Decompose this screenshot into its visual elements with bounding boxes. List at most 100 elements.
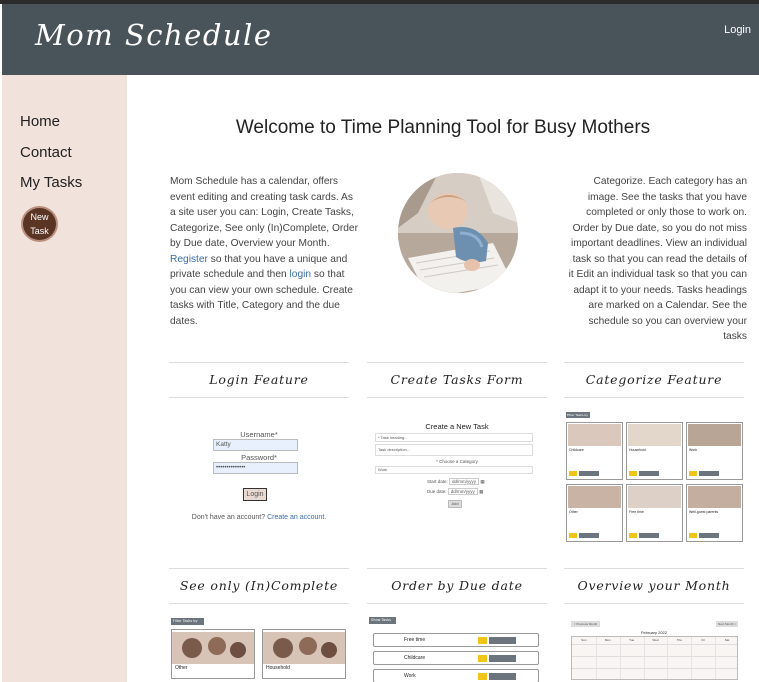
hero-image-mother-baby xyxy=(398,173,518,293)
feature-title: See only (In)Complete xyxy=(169,568,349,604)
mini-yellow-button xyxy=(569,533,577,538)
mini-card-name: Other xyxy=(175,665,188,671)
mini-category-name: Household xyxy=(629,448,646,452)
mini-category-image xyxy=(628,486,681,508)
page-title: Welcome to Time Planning Tool for Busy M… xyxy=(235,117,651,138)
mini-task-card-household: Household xyxy=(262,629,346,679)
mini-calendar-col-line xyxy=(619,637,621,679)
feature-order-due-date: Order by Due date Show Tasks by Free tim… xyxy=(367,568,547,682)
mini-password-label: Password* xyxy=(241,453,277,462)
mini-yellow-button xyxy=(478,655,487,662)
mini-category-name: Childcare xyxy=(569,448,584,452)
intro-left-text: Mom Schedule has a calendar, offers even… xyxy=(170,174,360,329)
sidebar-item-home[interactable]: Home xyxy=(20,113,60,130)
mini-category-image xyxy=(688,486,741,508)
mini-task-row-label: Childcare xyxy=(404,655,426,661)
mini-gray-button xyxy=(699,533,719,538)
mini-due-label: Due date: xyxy=(427,489,447,494)
month-overview-screenshot: < Previous Month Next Month > February 2… xyxy=(564,616,744,680)
sidebar-item-contact[interactable]: Contact xyxy=(20,144,72,161)
mini-category-name: Free time xyxy=(629,510,644,514)
mini-calendar-col-line xyxy=(667,637,669,679)
mini-yellow-button xyxy=(478,673,487,680)
mini-calendar-col-line xyxy=(595,637,597,679)
mini-calendar-col-line xyxy=(691,637,693,679)
main-content: Welcome to Time Planning Tool for Busy M… xyxy=(127,75,759,682)
brand-logo[interactable]: Mom Schedule xyxy=(35,18,273,52)
mini-yellow-button xyxy=(629,471,637,476)
mini-login-button: Login xyxy=(243,488,267,501)
intro-right-text: Categorize. Each category has an image. … xyxy=(568,176,747,342)
mini-gray-button xyxy=(639,471,659,476)
mini-gray-button xyxy=(489,655,516,662)
mini-category-card: Work xyxy=(686,422,743,480)
intro-left-part1: Mom Schedule has a calendar, offers even… xyxy=(170,176,358,249)
sidebar-item-my-tasks[interactable]: My Tasks xyxy=(20,174,82,191)
categorize-screenshot: Filter Tasks by Childcare Household Work Ot… xyxy=(564,410,744,550)
new-task-button[interactable]: New Task xyxy=(21,206,58,242)
mini-username-input: Katty xyxy=(213,439,298,451)
mini-due-value: dd/mm/yyyy xyxy=(447,488,478,495)
feature-incomplete: See only (In)Complete Filter Tasks by Ot… xyxy=(169,568,349,679)
sidebar: Home Contact My Tasks New Task xyxy=(2,75,127,682)
mini-task-row-label: Free time xyxy=(404,637,426,643)
mini-weekday-header: Fri xyxy=(701,638,705,642)
incomplete-screenshot: Filter Tasks by Other Household xyxy=(169,616,349,679)
feature-title: Create Tasks Form xyxy=(367,362,547,398)
mini-category-select: Work xyxy=(375,466,533,474)
mini-filter-dropdown: Filter Tasks by xyxy=(566,412,590,418)
mini-no-account-text: Don't have an account? xyxy=(191,514,268,521)
mini-gray-button xyxy=(699,471,719,476)
new-task-label-line2: Task xyxy=(30,226,49,236)
mini-password-input: •••••••••••••• xyxy=(213,462,298,474)
mini-weekday-header: Mon xyxy=(604,638,611,642)
mini-form-title: Create a New Task xyxy=(425,422,489,431)
mini-gray-button xyxy=(489,673,516,680)
mini-due-date: Due date: dd/mm/yyyy ▦ xyxy=(427,488,483,495)
mini-category-card: Other xyxy=(566,484,623,542)
mini-description-input: Task description... xyxy=(375,444,533,456)
mini-calendar-col-line xyxy=(643,637,645,679)
mini-yellow-button xyxy=(689,533,697,538)
mini-card-name: Household xyxy=(266,665,290,671)
mini-yellow-button xyxy=(689,471,697,476)
mini-weekday-header: Sun xyxy=(581,638,587,642)
mini-signup-line: Don't have an account? Create an account… xyxy=(169,514,349,521)
login-inline-link[interactable]: login xyxy=(290,269,312,280)
mini-gray-button xyxy=(579,471,599,476)
mini-category-label: * Choose a Category xyxy=(436,459,478,464)
mini-category-name: Work xyxy=(689,448,698,452)
register-link[interactable]: Register xyxy=(170,254,208,265)
mini-add-button: Add xyxy=(448,500,462,508)
site-header: Mom Schedule Login xyxy=(2,4,759,75)
feature-categorize: Categorize Feature Filter Tasks by Child… xyxy=(564,362,744,550)
mini-gray-button xyxy=(489,637,516,644)
mini-weekday-header: Wed xyxy=(652,638,659,642)
mini-task-row: Free time xyxy=(373,633,539,647)
mini-task-row: Childcare xyxy=(373,651,539,665)
mini-next-month-button: Next Month > xyxy=(716,621,738,627)
mini-gray-button xyxy=(639,533,659,538)
feature-title: Login Feature xyxy=(169,362,349,398)
mini-weekday-header: Sat xyxy=(724,638,730,642)
mini-category-image xyxy=(688,424,741,446)
feature-title: Categorize Feature xyxy=(564,362,744,398)
mini-weekday-header: Tue xyxy=(629,638,635,642)
feature-title: Overview your Month xyxy=(564,568,744,604)
mini-category-image xyxy=(568,486,621,508)
new-task-label-line1: New xyxy=(30,212,49,222)
feature-month-overview: Overview your Month < Previous Month Nex… xyxy=(564,568,744,680)
header-login-link[interactable]: Login xyxy=(724,24,751,36)
mini-filter-dropdown: Filter Tasks by xyxy=(171,618,204,625)
mini-weekday-header: Thu xyxy=(676,638,682,642)
mini-create-account-link: Create an account. xyxy=(267,514,327,521)
mini-category-card: Childcare xyxy=(566,422,623,480)
mini-calendar-col-line xyxy=(715,637,717,679)
mini-sort-dropdown: Show Tasks by xyxy=(369,617,396,624)
login-feature-screenshot: Username* Katty Password* ••••••••••••••… xyxy=(169,410,349,550)
create-task-screenshot: Create a New Task * Task heading... Task… xyxy=(367,410,547,550)
mini-username-label: Username* xyxy=(240,430,278,439)
feature-title: Order by Due date xyxy=(367,568,547,604)
mini-category-card: Free time xyxy=(626,484,683,542)
mini-category-card: Household xyxy=(626,422,683,480)
